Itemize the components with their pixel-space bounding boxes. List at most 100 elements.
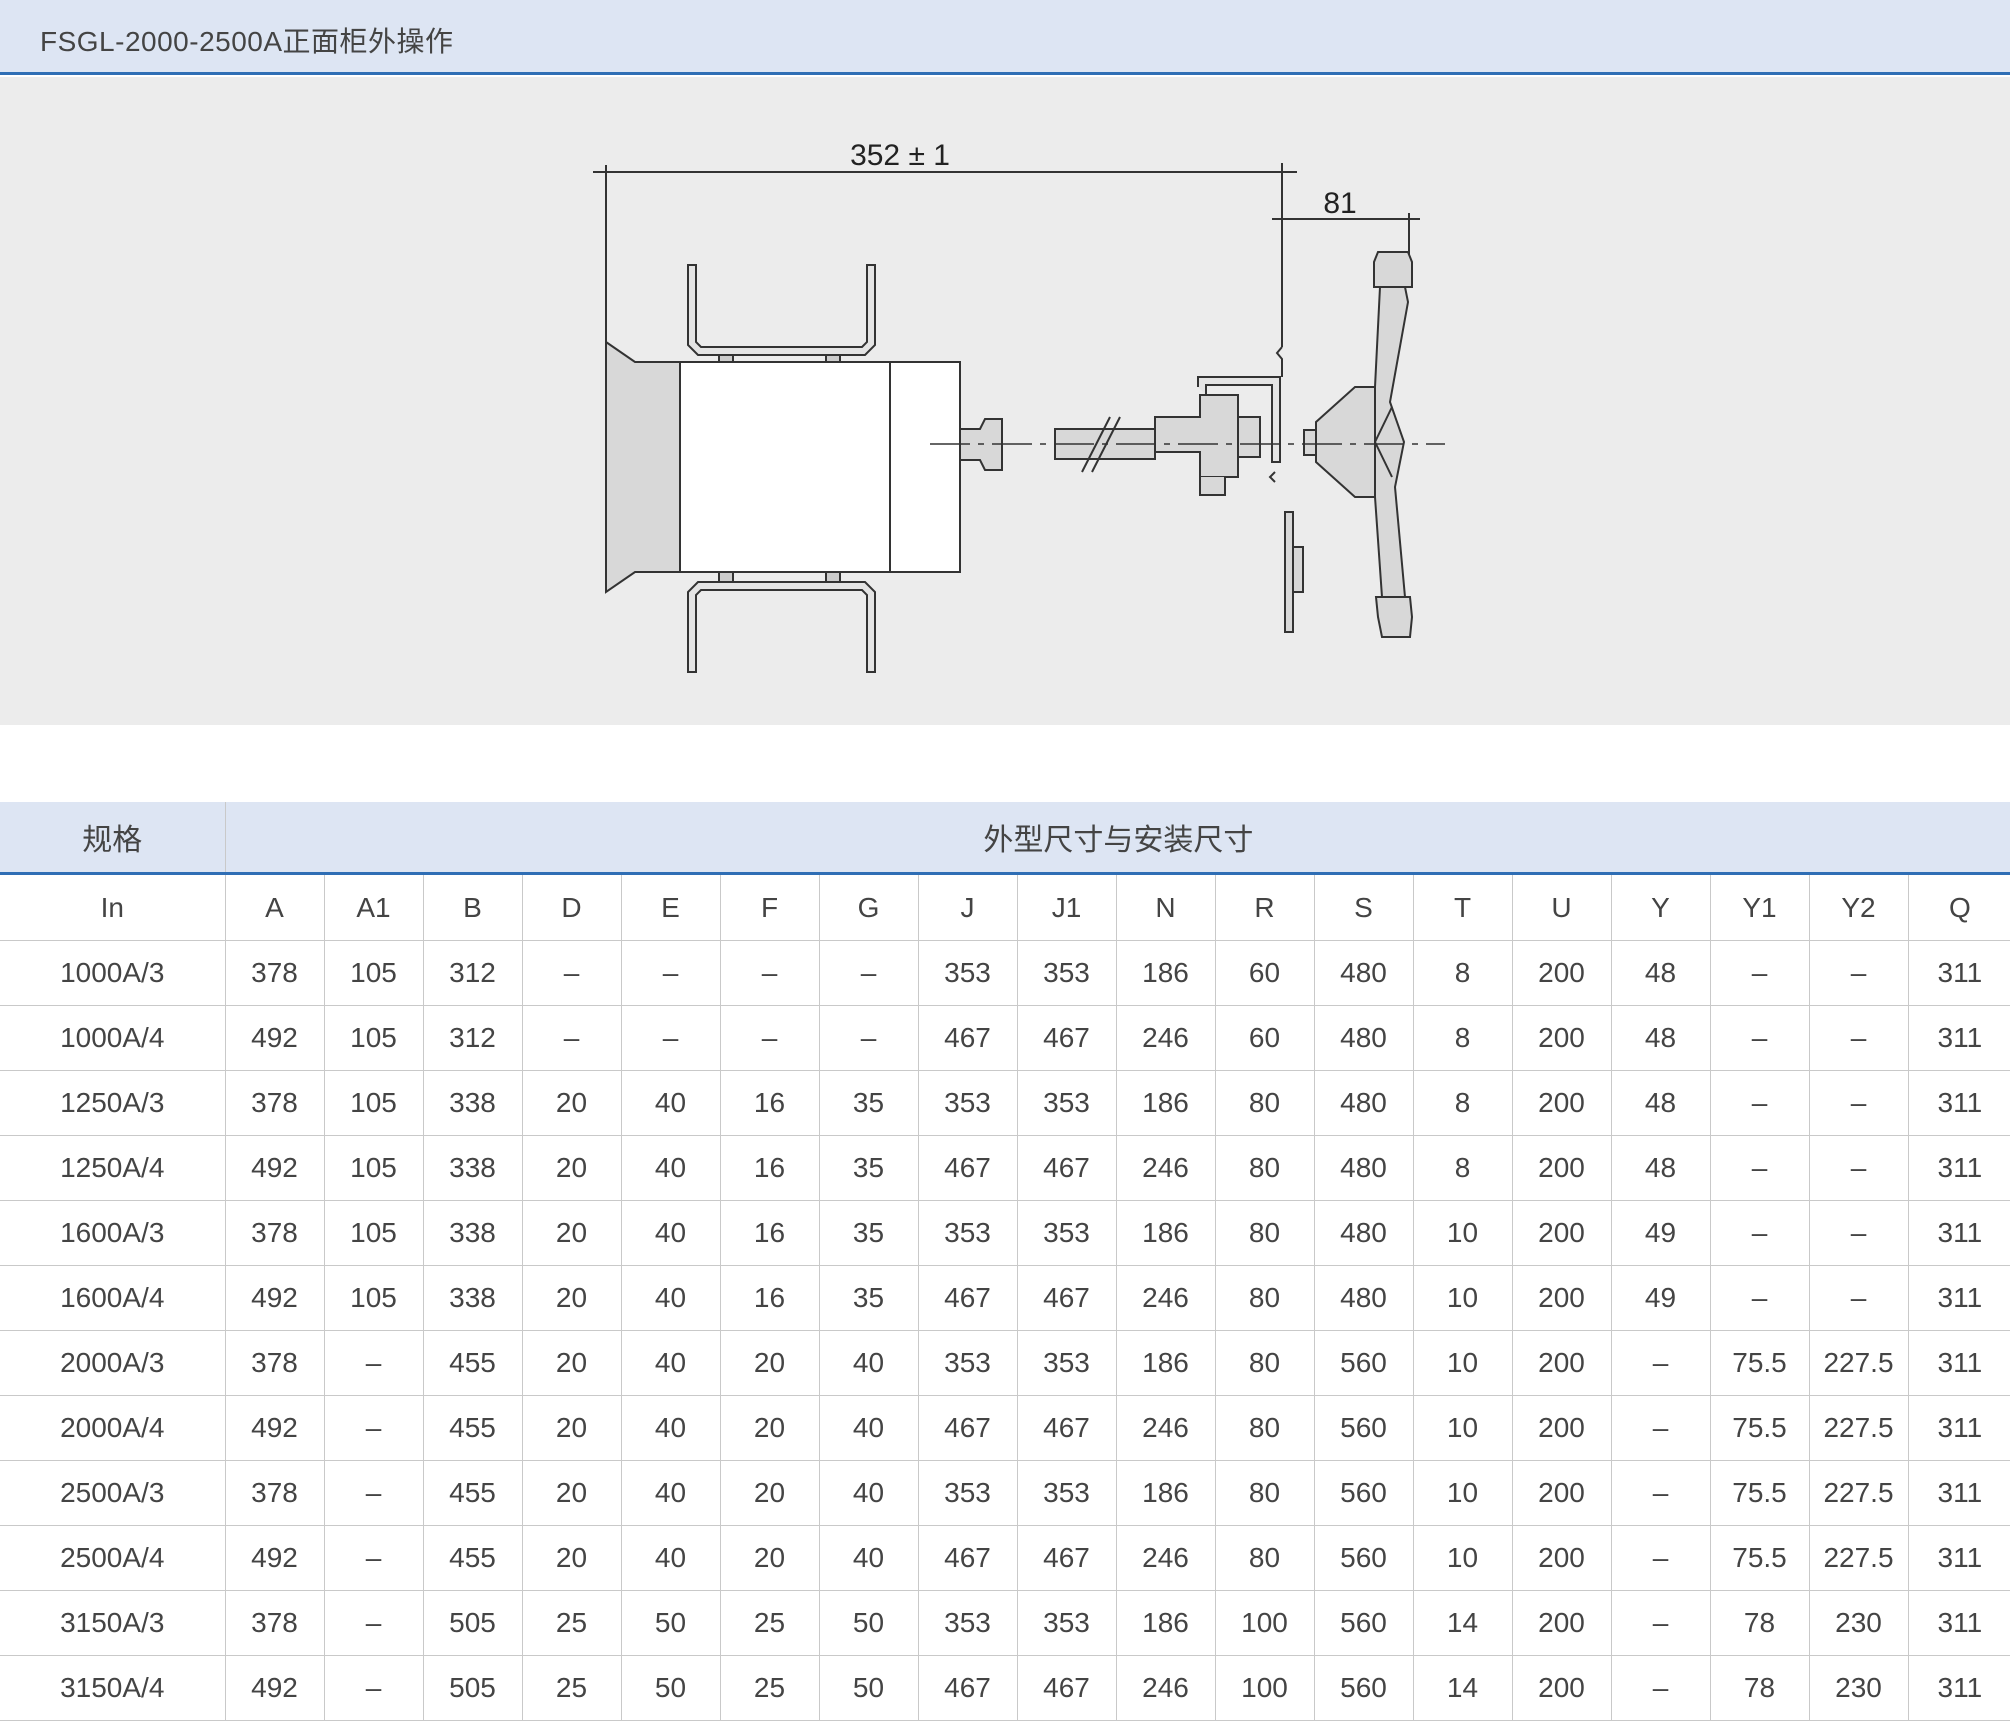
column-header: In: [0, 873, 225, 941]
table-cell: –: [323, 1525, 423, 1591]
table-cell: 200: [1511, 1525, 1611, 1591]
table-cell: –: [1808, 1070, 1908, 1136]
table-cell: 378: [224, 1330, 324, 1396]
table-cell: 35: [818, 1265, 918, 1331]
handle-knob-bottom: [1374, 596, 1414, 638]
table-cell: 378: [224, 1590, 324, 1656]
table-cell: –: [1709, 940, 1809, 1006]
table-cell: 20: [521, 1070, 621, 1136]
table-cell: 40: [620, 1070, 720, 1136]
table-cell: 311: [1907, 1395, 2010, 1461]
column-header: Y: [1610, 873, 1710, 941]
table-cell: 492: [224, 1395, 324, 1461]
table-cell: 311: [1907, 1005, 2010, 1071]
table-cell: 40: [818, 1395, 918, 1461]
dimension-81: 81: [1323, 187, 1356, 220]
column-header: U: [1511, 873, 1611, 941]
table-cell: 105: [323, 1265, 423, 1331]
table-cell: 353: [1016, 1330, 1116, 1396]
table-cell: 35: [818, 1070, 918, 1136]
table-cell: 311: [1907, 940, 2010, 1006]
table-cell: 560: [1313, 1395, 1413, 1461]
table-cell: 480: [1313, 940, 1413, 1006]
table-cell: 467: [1016, 1655, 1116, 1721]
table-cell: 246: [1115, 1005, 1215, 1071]
table-cell: 16: [719, 1070, 819, 1136]
table-cell: 80: [1214, 1395, 1314, 1461]
table-cell: 480: [1313, 1135, 1413, 1201]
dimensions-header: 外型尺寸与安装尺寸: [224, 802, 2010, 875]
rotary-handle: [1374, 286, 1410, 598]
table-cell: 312: [422, 940, 522, 1006]
table-row: 1600A/4 492 105 338 20 40 16 35 467 467 246 80 480 10…: [0, 1265, 2010, 1331]
table-cell: 40: [620, 1395, 720, 1461]
table-cell: 200: [1511, 1005, 1611, 1071]
table-cell: 20: [521, 1395, 621, 1461]
table-cell: 492: [224, 1525, 324, 1591]
table-cell: 505: [422, 1655, 522, 1721]
table-cell: –: [1610, 1590, 1710, 1656]
table-cell: 200: [1511, 1070, 1611, 1136]
page-title: FSGL-2000-2500A正面柜外操作: [40, 26, 454, 57]
table-cell: –: [521, 1005, 621, 1071]
table-cell: 455: [422, 1395, 522, 1461]
column-header: F: [719, 873, 819, 941]
table-row: 2500A/4 492–455 20 40 20 40 467 467 246 80 560 10 20…: [0, 1525, 2010, 1591]
table-cell: 200: [1511, 1590, 1611, 1656]
table-cell: 467: [917, 1525, 1017, 1591]
cabinet-door-plate: [1284, 511, 1294, 633]
row-spec-cell: 2500A/4: [0, 1525, 225, 1591]
handle-knob-top: [1373, 251, 1413, 288]
table-cell: 8: [1412, 1135, 1512, 1201]
table-cell: 560: [1313, 1460, 1413, 1526]
table-cell: 312: [422, 1005, 522, 1071]
table-cell: 353: [917, 1200, 1017, 1266]
table-cell: 467: [917, 1395, 1017, 1461]
bottom-mounting-bracket: [687, 581, 876, 673]
table-cell: 467: [917, 1265, 1017, 1331]
table-cell: –: [719, 940, 819, 1006]
table-cell: 80: [1214, 1265, 1314, 1331]
table-cell: 48: [1610, 1070, 1710, 1136]
row-spec-cell: 1600A/4: [0, 1265, 225, 1331]
table-cell: 338: [422, 1135, 522, 1201]
table-cell: 100: [1214, 1590, 1314, 1656]
table-cell: 378: [224, 1460, 324, 1526]
table-cell: 48: [1610, 1135, 1710, 1201]
table-cell: 105: [323, 1135, 423, 1201]
front-flange: [605, 340, 681, 594]
table-cell: 200: [1511, 940, 1611, 1006]
table-cell: –: [323, 1330, 423, 1396]
table-cell: 186: [1115, 1070, 1215, 1136]
table-cell: 338: [422, 1070, 522, 1136]
dimension-spec-table: 规格 外型尺寸与安装尺寸 In A A1 B D E F G J J1 N R S T U Y Y1 Y2 Q 10…: [0, 802, 2010, 1721]
table-cell: 227.5: [1808, 1460, 1908, 1526]
table-cell: 50: [620, 1655, 720, 1721]
table-cell: –: [1709, 1200, 1809, 1266]
table-cell: 311: [1907, 1135, 2010, 1201]
table-row: 1000A/4 492 105 312– – – –467 467 246 60 480 8 200 48…: [0, 1005, 2010, 1071]
table-cell: 353: [917, 1460, 1017, 1526]
technical-drawing-panel: 352 ± 1 81: [0, 77, 2010, 725]
table-cell: 311: [1907, 1265, 2010, 1331]
table-cell: –: [521, 940, 621, 1006]
table-cell: 8: [1412, 1005, 1512, 1071]
table-row: 1600A/3 378 105 338 20 40 16 35 353 353 186 80 480 10…: [0, 1200, 2010, 1266]
table-cell: 186: [1115, 1330, 1215, 1396]
switch-body: [679, 361, 961, 573]
table-cell: 338: [422, 1265, 522, 1331]
table-cell: 48: [1610, 940, 1710, 1006]
column-header: G: [818, 873, 918, 941]
column-header: R: [1214, 873, 1314, 941]
table-cell: 75.5: [1709, 1460, 1809, 1526]
table-row: 2500A/3 378–455 20 40 20 40 353 353 186 80 560 10 20…: [0, 1460, 2010, 1526]
table-cell: 353: [1016, 940, 1116, 1006]
column-header: A: [224, 873, 324, 941]
table-cell: 467: [1016, 1265, 1116, 1331]
table-cell: 230: [1808, 1590, 1908, 1656]
table-cell: 16: [719, 1200, 819, 1266]
table-cell: 20: [719, 1525, 819, 1591]
row-spec-cell: 1250A/3: [0, 1070, 225, 1136]
table-row: 3150A/3 378–505 25 50 25 50 353 353 186 100 560 14 2…: [0, 1590, 2010, 1656]
table-cell: 40: [818, 1330, 918, 1396]
